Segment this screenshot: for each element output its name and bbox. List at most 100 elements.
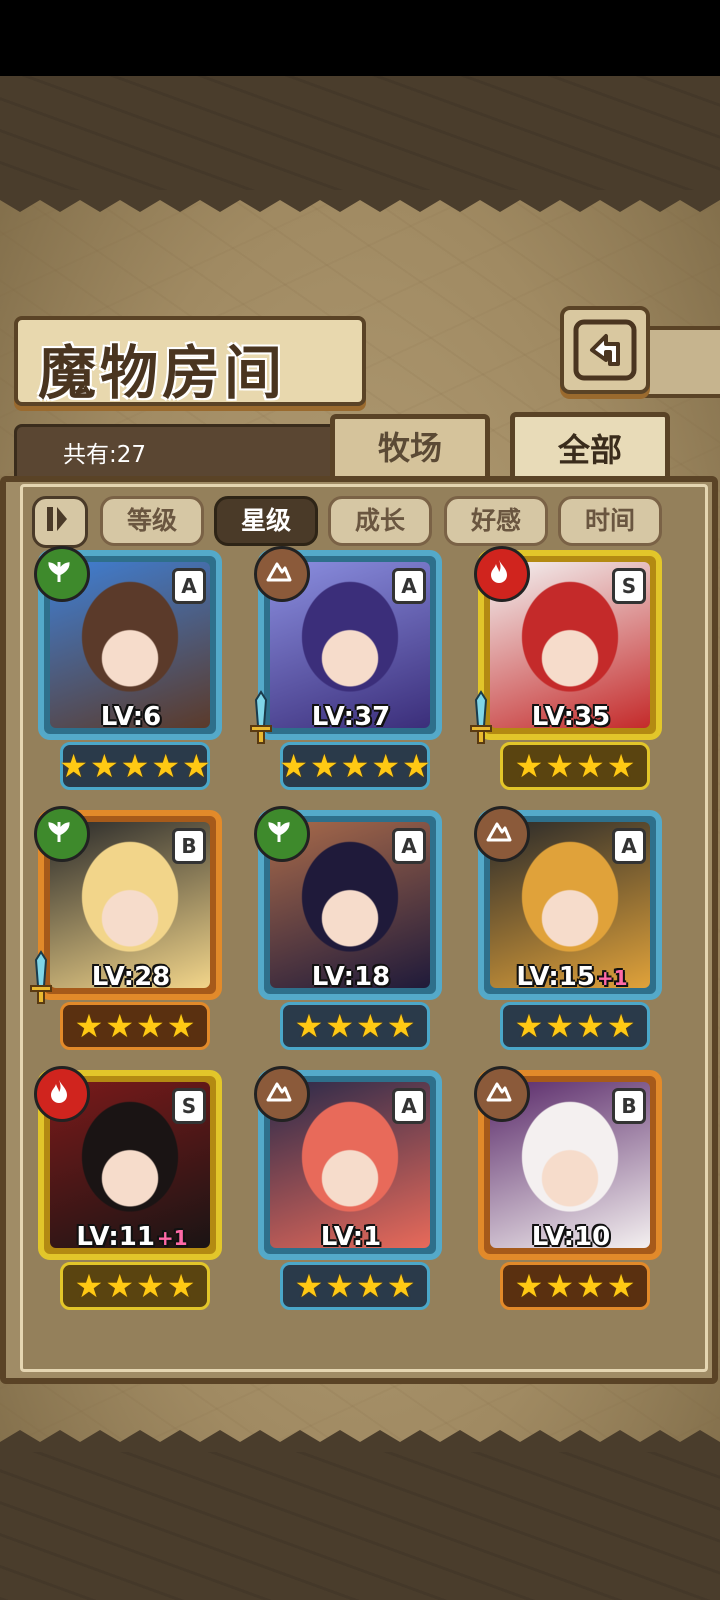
level-text: LV:1 bbox=[320, 1222, 382, 1252]
star-icon: ★ bbox=[279, 747, 308, 785]
star-icon: ★ bbox=[386, 1267, 416, 1305]
star-icon: ★ bbox=[576, 747, 605, 785]
star-icon: ★ bbox=[166, 1267, 196, 1305]
top-map-band bbox=[0, 76, 720, 196]
star-icon: ★ bbox=[105, 1007, 134, 1045]
rank-badge: A bbox=[172, 568, 206, 604]
level-text: LV:37 bbox=[311, 702, 391, 732]
monster-level: LV:11 +1 bbox=[34, 1222, 230, 1252]
star-icon: ★ bbox=[545, 1007, 574, 1045]
rank-badge: A bbox=[392, 568, 426, 604]
star-icon: ★ bbox=[74, 1267, 104, 1305]
fire-element-badge bbox=[34, 1066, 90, 1122]
star-icon: ★ bbox=[356, 1007, 385, 1045]
rank-badge: A bbox=[392, 828, 426, 864]
star-icon: ★ bbox=[325, 1007, 354, 1045]
star-icon: ★ bbox=[309, 747, 339, 785]
monster-card[interactable]: B LV:28 ★ ★ ★ ★ bbox=[30, 806, 230, 1050]
star-icon: ★ bbox=[371, 747, 401, 785]
level-text: LV:35 bbox=[531, 702, 611, 732]
top-jagged-edge bbox=[0, 190, 720, 212]
star-icon: ★ bbox=[136, 1267, 165, 1305]
earth-element-badge bbox=[254, 1066, 310, 1122]
star-icon: ★ bbox=[136, 1007, 165, 1045]
star-icon: ★ bbox=[294, 1007, 324, 1045]
level-bonus: +1 bbox=[156, 1226, 188, 1250]
back-button-rail bbox=[640, 326, 720, 398]
level-text: LV:11 bbox=[76, 1222, 155, 1252]
sort-level-button[interactable]: 等级 bbox=[100, 496, 204, 546]
star-icon: ★ bbox=[576, 1007, 605, 1045]
star-icon: ★ bbox=[545, 747, 574, 785]
sort-affection-button[interactable]: 好感 bbox=[444, 496, 548, 546]
level-text: LV:15 bbox=[516, 962, 595, 992]
star-icon: ★ bbox=[340, 747, 370, 785]
star-rating: ★ ★ ★ ★ bbox=[280, 1262, 430, 1310]
fire-element-icon bbox=[51, 1080, 67, 1103]
monster-level: LV:15 +1 bbox=[474, 962, 670, 992]
star-icon: ★ bbox=[514, 1007, 544, 1045]
star-icon: ★ bbox=[166, 1007, 196, 1045]
rank-badge: A bbox=[612, 828, 646, 864]
level-text: LV:6 bbox=[100, 702, 162, 732]
sort-growth-button[interactable]: 成长 bbox=[328, 496, 432, 546]
monster-level: LV:1 bbox=[254, 1222, 450, 1252]
rank-badge: A bbox=[392, 1088, 426, 1124]
star-icon: ★ bbox=[151, 747, 181, 785]
star-rating: ★ ★ ★ ★ bbox=[280, 1002, 430, 1050]
star-rating: ★ ★ ★ ★ ★ bbox=[59, 742, 211, 790]
monster-level: LV:37 bbox=[254, 702, 450, 732]
rank-badge: B bbox=[172, 828, 206, 864]
level-text: LV:10 bbox=[531, 1222, 611, 1252]
star-icon: ★ bbox=[606, 1267, 636, 1305]
monster-card[interactable]: A LV:6 ★ ★ ★ ★ ★ bbox=[34, 546, 230, 790]
monster-level: LV:10 bbox=[474, 1222, 670, 1252]
earth-element-icon bbox=[266, 562, 292, 582]
star-icon: ★ bbox=[120, 747, 150, 785]
monster-level: LV:28 bbox=[34, 962, 230, 992]
sort-star-button[interactable]: 星级 bbox=[214, 496, 318, 546]
back-button[interactable] bbox=[560, 306, 650, 394]
monster-card[interactable]: S LV:11 +1 ★ ★ ★ ★ bbox=[34, 1066, 230, 1310]
monster-count: 共有:27 bbox=[63, 442, 147, 468]
star-rating: ★ ★ ★ ★ bbox=[60, 1262, 210, 1310]
star-icon: ★ bbox=[74, 1007, 104, 1045]
grass-element-icon bbox=[48, 562, 70, 583]
star-icon: ★ bbox=[294, 1267, 324, 1305]
sort-order-toggle[interactable] bbox=[32, 496, 88, 548]
monster-card[interactable]: S LV:35 ★ ★ ★ ★ bbox=[470, 546, 670, 790]
monster-card[interactable]: B LV:10 ★ ★ ★ ★ bbox=[474, 1066, 670, 1310]
fire-element-badge bbox=[474, 546, 530, 602]
sort-time-button[interactable]: 时间 bbox=[558, 496, 662, 546]
monster-card[interactable]: A LV:37 ★ ★ ★ ★ ★ bbox=[250, 546, 450, 790]
monster-card[interactable]: A LV:18 ★ ★ ★ ★ bbox=[254, 806, 450, 1050]
earth-element-icon bbox=[486, 1082, 512, 1102]
sort-time-label: 时间 bbox=[584, 506, 635, 535]
star-icon: ★ bbox=[545, 1267, 574, 1305]
star-icon: ★ bbox=[606, 1007, 636, 1045]
rank-badge: S bbox=[172, 1088, 206, 1124]
monster-card[interactable]: A LV:1 ★ ★ ★ ★ bbox=[254, 1066, 450, 1310]
rank-badge: B bbox=[612, 1088, 646, 1124]
earth-element-badge bbox=[474, 806, 530, 862]
monster-card[interactable]: A LV:15 +1 ★ ★ ★ ★ bbox=[474, 806, 670, 1050]
monster-level: LV:18 bbox=[254, 962, 450, 992]
star-icon: ★ bbox=[386, 1007, 416, 1045]
grass-element-icon bbox=[48, 822, 70, 843]
status-bar bbox=[0, 0, 720, 76]
grass-element-badge bbox=[34, 806, 90, 862]
star-rating: ★ ★ ★ ★ bbox=[500, 1262, 650, 1310]
title-plate: 魔物房间 bbox=[14, 316, 366, 407]
star-rating: ★ ★ ★ ★ bbox=[500, 742, 650, 790]
fire-element-icon bbox=[491, 560, 507, 583]
star-icon: ★ bbox=[105, 1267, 134, 1305]
star-icon: ★ bbox=[356, 1267, 385, 1305]
level-text: LV:28 bbox=[91, 962, 171, 992]
sort-star-label: 星级 bbox=[240, 506, 291, 535]
back-arrow-icon bbox=[573, 319, 637, 381]
rank-badge: S bbox=[612, 568, 646, 604]
tab-ranch[interactable]: 牧场 bbox=[330, 414, 490, 482]
earth-element-icon bbox=[266, 1082, 292, 1102]
grass-element-badge bbox=[34, 546, 90, 602]
bottom-jagged-edge bbox=[0, 1430, 720, 1452]
